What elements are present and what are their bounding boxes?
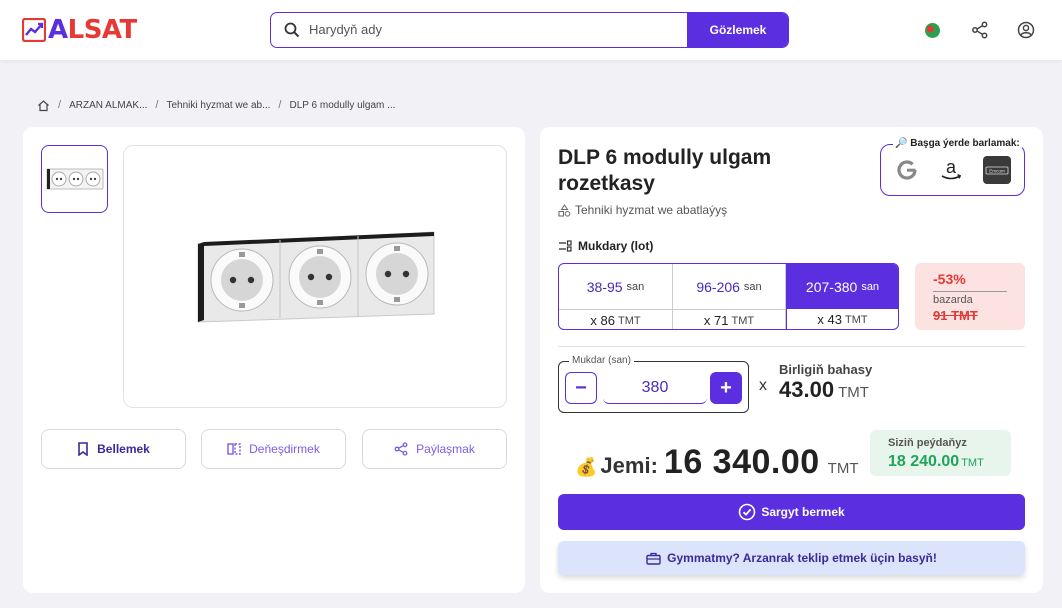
place-order-label: Sargyt bermek [761, 505, 845, 519]
quantity-section-title: Mukdary (lot) [558, 239, 653, 253]
bookmark-icon [78, 442, 88, 456]
svg-text:Emcom: Emcom [989, 168, 1005, 173]
search-button[interactable]: Gözlemek [687, 13, 788, 47]
home-icon[interactable] [37, 99, 50, 112]
discount-label: bazarda [933, 294, 973, 306]
tier-price: x 86 TMT [559, 309, 672, 329]
tier-price: x 71 TMT [673, 309, 785, 329]
category-shapes-icon [558, 203, 571, 217]
savings-value: 18 240.00 TMT [888, 453, 984, 470]
total-label: Jemi: [600, 453, 658, 478]
search-icon [284, 22, 300, 38]
breadcrumb: / ARZAN ALMAK... / Tehniki hyzmat we ab.… [37, 97, 395, 113]
market-discount-badge: -53% bazarda 91 TMT [915, 263, 1025, 330]
discount-percent: -53% [933, 271, 966, 287]
total-currency: TMT [827, 460, 859, 477]
compare-icon [227, 443, 241, 455]
product-main-image[interactable] [123, 145, 507, 408]
svg-text:a: a [946, 157, 957, 177]
make-offer-button[interactable]: Gymmatmy? Arzanrak teklip etmek üçin bas… [558, 541, 1025, 575]
discount-divider [933, 291, 1007, 292]
breadcrumb-item-current: DLP 6 modully ulgam ... [289, 99, 396, 111]
price-tier-selected[interactable]: 207-380 san x 43 TMT [786, 264, 898, 329]
savings-label: Siziň peýdaňyz [888, 437, 967, 449]
product-title: DLP 6 modully ulgam rozetkasy [558, 146, 772, 195]
compare-label: Deňeşdirmek [249, 442, 320, 456]
stepper-label: Mukdar (san) [569, 355, 634, 366]
logo-chart-icon [22, 18, 46, 42]
unit-price-label: Birligiň bahasy [779, 362, 873, 377]
total-row: 💰 Jemi: 16 340.00 TMT [575, 443, 859, 482]
place-order-button[interactable]: Sargyt bermek [558, 494, 1025, 530]
alsat-logo[interactable]: ALSAT [22, 15, 137, 45]
decrease-quantity-button[interactable]: − [565, 372, 597, 404]
money-bag-icon: 💰 [575, 457, 598, 477]
user-account-icon[interactable] [1017, 21, 1035, 39]
language-globe-icon[interactable] [925, 23, 940, 38]
breadcrumb-item[interactable]: Tehniki hyzmat we ab... [166, 100, 270, 111]
bookmark-button[interactable]: Bellemek [41, 429, 186, 469]
product-details-card: DLP 6 modully ulgam rozetkasy Tehniki hy… [540, 127, 1043, 593]
search-input[interactable] [309, 13, 684, 46]
make-offer-label: Gymmatmy? Arzanrak teklip etmek üçin bas… [667, 551, 937, 565]
briefcase-icon [646, 552, 661, 565]
breadcrumb-separator: / [58, 99, 62, 111]
price-tier[interactable]: 96-206 san x 71 TMT [673, 264, 786, 329]
product-thumbnail[interactable] [41, 145, 108, 213]
socket-thumbnail-image [46, 168, 103, 190]
breadcrumb-separator: / [155, 99, 159, 111]
product-gallery-card: Bellemek Deňeşdirmek Paýlaşmak [23, 127, 525, 593]
tier-range: 207-380 san [786, 264, 898, 309]
increase-quantity-button[interactable]: + [710, 372, 742, 404]
socket-product-image [197, 230, 435, 323]
emcom-icon[interactable]: Emcom [983, 156, 1011, 184]
share-label: Paýlaşmak [416, 442, 475, 456]
quantity-stepper: Mukdar (san) − + [558, 355, 749, 413]
share-icon[interactable] [971, 21, 989, 39]
category-label: Tehniki hyzmat we abatlaýyş [575, 203, 728, 217]
breadcrumb-separator: / [278, 99, 282, 111]
market-old-price: 91 TMT [933, 308, 978, 323]
share-product-button[interactable]: Paýlaşmak [362, 429, 507, 469]
tiers-list-icon [559, 240, 572, 252]
tier-range: 38-95 san [586, 278, 645, 295]
quantity-label: Mukdary (lot) [578, 239, 654, 253]
multiply-sign: x [759, 377, 767, 394]
top-header: ALSAT Gözlemek [0, 0, 1062, 60]
savings-badge: Siziň peýdaňyz 18 240.00 TMT [870, 430, 1011, 476]
search-bar: Gözlemek [270, 12, 789, 48]
breadcrumb-item[interactable]: ARZAN ALMAK... [69, 100, 147, 111]
tier-range: 96-206 san [696, 278, 762, 295]
share-icon [394, 442, 408, 456]
search-elsewhere-box: 🔎 Başga ýerde barlamak: a Emcom [880, 138, 1025, 196]
tier-price: x 43 TMT [786, 309, 898, 329]
section-divider [558, 346, 1025, 347]
product-category[interactable]: Tehniki hyzmat we abatlaýyş [558, 203, 727, 217]
bookmark-label: Bellemek [97, 442, 150, 456]
compare-button[interactable]: Deňeşdirmek [201, 429, 346, 469]
google-icon[interactable] [893, 156, 921, 184]
quantity-input[interactable] [603, 372, 707, 404]
search-elsewhere-label: 🔎 Başga ýerde barlamak: [893, 138, 1022, 149]
price-tiers: 38-95 san x 86 TMT 96-206 san x 71 TMT 207-3… [558, 263, 899, 330]
price-tier[interactable]: 38-95 san x 86 TMT [559, 264, 673, 329]
unit-price: 43.00 TMT [779, 377, 869, 402]
total-value: 16 340.00 [663, 443, 820, 481]
amazon-icon[interactable]: a [937, 156, 965, 184]
logo-wordmark: ALSAT [48, 15, 137, 45]
check-circle-icon [739, 503, 756, 521]
